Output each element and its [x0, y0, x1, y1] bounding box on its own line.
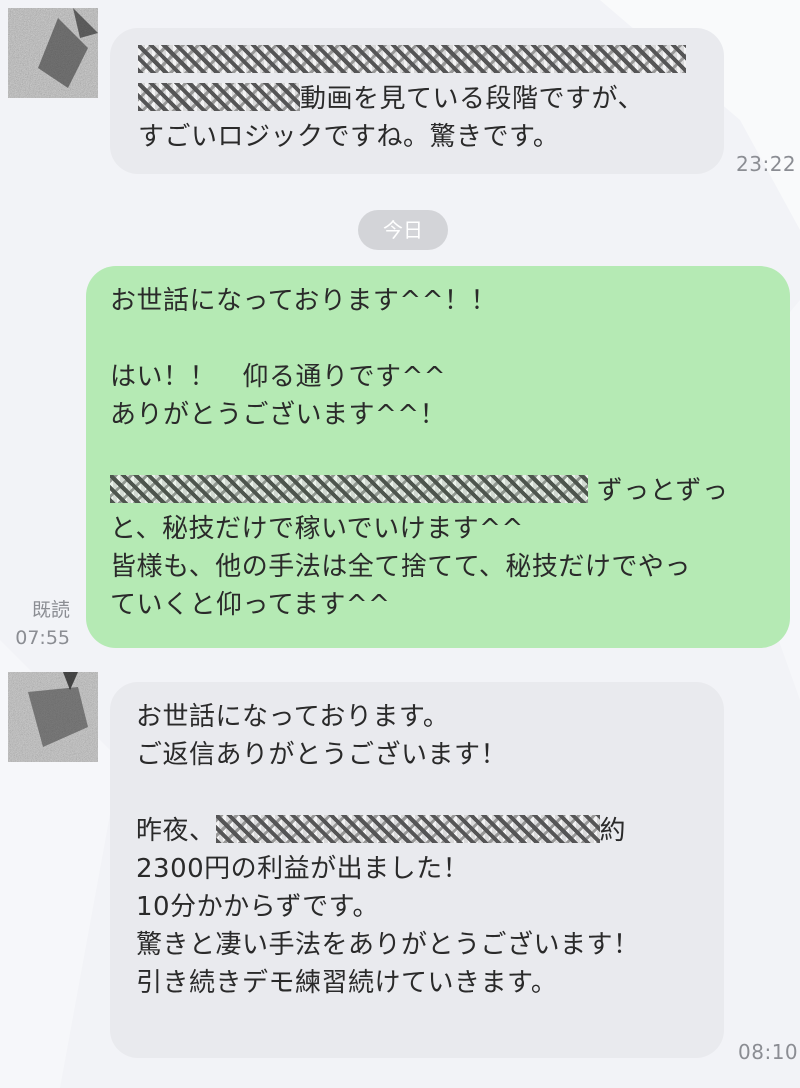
redacted-text — [138, 82, 300, 111]
message-line: すごいロジックですね。驚きです。 — [138, 122, 560, 152]
outgoing-message-bubble[interactable]: お世話になっております^^！！ はい！！ 仰る通りです^^ ありがとうございます… — [86, 266, 790, 648]
message-line: 引き続きデモ練習続けていきます。 — [136, 968, 558, 998]
sender-avatar[interactable] — [8, 8, 98, 98]
read-label: 既読 — [31, 599, 70, 621]
message-timestamp: 08:10 — [738, 1040, 799, 1064]
redacted-text — [138, 44, 686, 73]
redacted-text — [110, 474, 588, 503]
incoming-message-bubble[interactable]: お世話になっております。 ご返信ありがとうございます！ 昨夜、約 2300円の利… — [110, 682, 724, 1058]
message-line: はい！！ 仰る通りです^^ — [110, 362, 447, 392]
message-timestamp: 07:55 — [15, 627, 70, 649]
message-line: 2300円の利益が出ました！ — [136, 854, 470, 884]
message-line: と、秘技だけで稼いでいけます^^ — [110, 514, 524, 544]
message-timestamp: 23:22 — [736, 152, 797, 176]
message-line: 動画を見ている段階ですが、 — [138, 80, 696, 118]
sender-avatar[interactable] — [8, 672, 98, 762]
message-line-redacted — [138, 42, 696, 80]
message-line: 昨夜、約 — [136, 814, 627, 846]
redacted-text — [215, 814, 600, 843]
message-line: ずっとずっ — [110, 472, 766, 510]
incoming-message-bubble[interactable]: 動画を見ている段階ですが、 すごいロジックですね。驚きです。 — [110, 28, 724, 174]
read-receipt: 既読 07:55 — [14, 596, 70, 652]
message-line: 驚きと凄い手法をありがとうございます！ — [136, 930, 640, 960]
date-separator: 今日 — [358, 210, 448, 250]
message-line: 皆様も、他の手法は全て捨てて、秘技だけでやっ — [110, 552, 691, 582]
message-line: お世話になっております。 — [136, 702, 450, 732]
message-line: ていくと仰ってます^^ — [110, 590, 391, 620]
message-line: 10分かからずです。 — [136, 892, 379, 922]
message-line: お世話になっております^^！！ — [110, 286, 497, 316]
message-line: ありがとうございます^^！ — [110, 400, 447, 430]
message-line: ご返信ありがとうございます！ — [136, 740, 508, 770]
